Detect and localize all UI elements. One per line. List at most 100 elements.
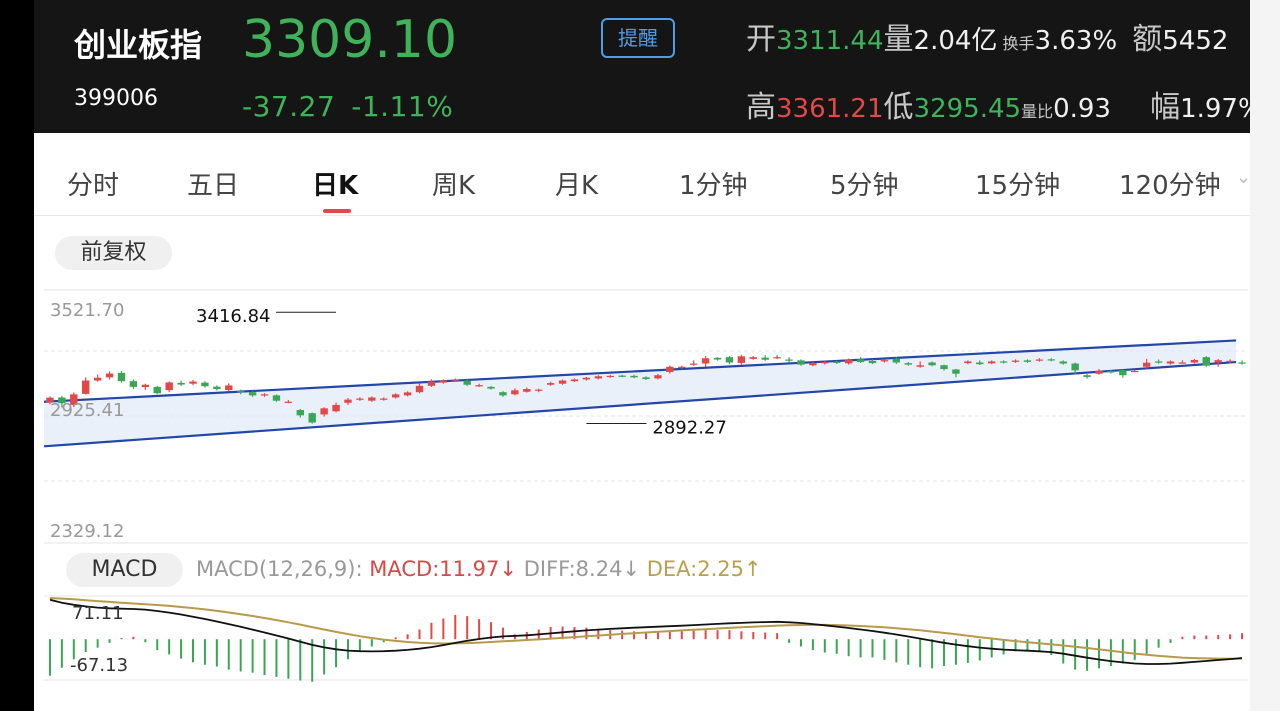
candle-body bbox=[582, 377, 591, 380]
dea-value: DEA:2.25↑ bbox=[646, 557, 762, 581]
candle-body bbox=[82, 380, 90, 394]
candle-body bbox=[427, 381, 436, 386]
candle-body bbox=[1023, 360, 1032, 362]
candle-body bbox=[678, 366, 686, 368]
candle-body bbox=[1035, 359, 1044, 361]
candle-body bbox=[546, 383, 555, 385]
candle-body bbox=[868, 361, 877, 364]
candle-body bbox=[511, 390, 519, 395]
price-axis-top-label: 3521.70 bbox=[50, 300, 124, 321]
candle-body bbox=[1095, 370, 1103, 374]
candle-body bbox=[1083, 375, 1091, 377]
candle-body bbox=[999, 361, 1008, 363]
candle-body bbox=[451, 379, 459, 381]
candle-body bbox=[1107, 370, 1115, 373]
candle-body bbox=[821, 362, 829, 364]
annotation-low-label: 2892.27 bbox=[652, 418, 726, 439]
candle-body bbox=[558, 380, 567, 384]
candle-body bbox=[606, 375, 614, 378]
macd-axis-bottom-label: -67.13 bbox=[70, 655, 128, 676]
candle-body bbox=[475, 385, 483, 387]
diff-value: DIFF:8.24↓ bbox=[523, 557, 641, 581]
candle-body bbox=[463, 380, 471, 385]
candle-body bbox=[332, 404, 340, 412]
candle-body bbox=[594, 376, 603, 379]
candle-body bbox=[761, 357, 769, 360]
candle-body bbox=[654, 375, 662, 379]
candle-body bbox=[1131, 370, 1139, 373]
candle-body bbox=[630, 375, 638, 378]
candle-body bbox=[260, 394, 269, 396]
candle-body bbox=[1154, 361, 1163, 363]
candle-body bbox=[272, 395, 281, 401]
annotation-high-label: 3416.84 bbox=[196, 306, 270, 327]
candle-body bbox=[833, 361, 841, 363]
candle-body bbox=[773, 357, 781, 359]
price-axis-bottom-label: 2329.12 bbox=[50, 521, 124, 542]
candle-body bbox=[141, 384, 150, 388]
candle-body bbox=[1238, 362, 1246, 364]
candle-body bbox=[523, 389, 531, 392]
candle-body bbox=[666, 366, 674, 373]
candle-body bbox=[570, 379, 579, 382]
candle-body bbox=[976, 362, 984, 365]
candle-body bbox=[487, 386, 495, 389]
candle-body bbox=[1190, 359, 1199, 363]
candle-body bbox=[535, 389, 543, 391]
candle-body bbox=[1214, 360, 1222, 363]
candle-body bbox=[797, 360, 805, 365]
candle-body bbox=[952, 369, 960, 374]
candle-body bbox=[201, 382, 209, 387]
candle-body bbox=[403, 392, 412, 396]
candle-body bbox=[1011, 360, 1020, 362]
candle-body bbox=[1226, 360, 1234, 362]
candle-body bbox=[880, 360, 889, 362]
macd-params: MACD(12,26,9): bbox=[196, 557, 363, 581]
candle-body bbox=[129, 381, 138, 387]
candle-body bbox=[177, 382, 185, 385]
candle-body bbox=[642, 377, 650, 380]
candle-body bbox=[916, 365, 924, 367]
candle-body bbox=[713, 357, 722, 360]
candle-body bbox=[189, 381, 197, 384]
price-axis-mid-label: 2925.41 bbox=[50, 400, 124, 421]
macd-indicator-button[interactable]: MACD bbox=[66, 553, 183, 587]
candle-body bbox=[988, 361, 996, 364]
candle-body bbox=[439, 380, 448, 383]
candle-body bbox=[1202, 357, 1210, 366]
candle-body bbox=[225, 385, 233, 391]
candle-body bbox=[856, 359, 865, 363]
candle-body bbox=[809, 363, 817, 366]
candle-body bbox=[320, 408, 328, 415]
candle-body bbox=[284, 401, 293, 403]
macd-chart bbox=[44, 595, 1248, 682]
candle-body bbox=[737, 356, 746, 363]
macd-values: MACD(12,26,9): MACD:11.97↓ DIFF:8.24↓ DE… bbox=[196, 557, 762, 581]
candle-body bbox=[368, 397, 376, 401]
candle-body bbox=[344, 399, 352, 403]
candle-body bbox=[928, 362, 936, 366]
candle-body bbox=[1047, 359, 1056, 361]
candle-body bbox=[749, 357, 757, 359]
macd-axis-top-label: 71.11 bbox=[72, 603, 124, 624]
candle-body bbox=[1142, 362, 1151, 367]
candle-body bbox=[213, 386, 221, 390]
candle-body bbox=[415, 385, 424, 393]
candle-body bbox=[964, 361, 972, 364]
candle-body bbox=[248, 392, 257, 396]
candle-body bbox=[499, 392, 507, 396]
candle-body bbox=[236, 391, 245, 393]
candle-body bbox=[940, 365, 948, 370]
candle-body bbox=[117, 372, 126, 382]
candle-body bbox=[725, 357, 734, 363]
candle-body bbox=[1119, 370, 1127, 376]
candle-body bbox=[1071, 363, 1079, 371]
candle-body bbox=[380, 398, 388, 400]
candle-body bbox=[165, 382, 173, 391]
candle-body bbox=[356, 398, 364, 400]
candle-body bbox=[1166, 361, 1175, 364]
candle-body bbox=[1178, 362, 1187, 364]
candle-body bbox=[904, 363, 912, 365]
candle-body bbox=[391, 394, 400, 398]
candle-body bbox=[701, 358, 710, 364]
